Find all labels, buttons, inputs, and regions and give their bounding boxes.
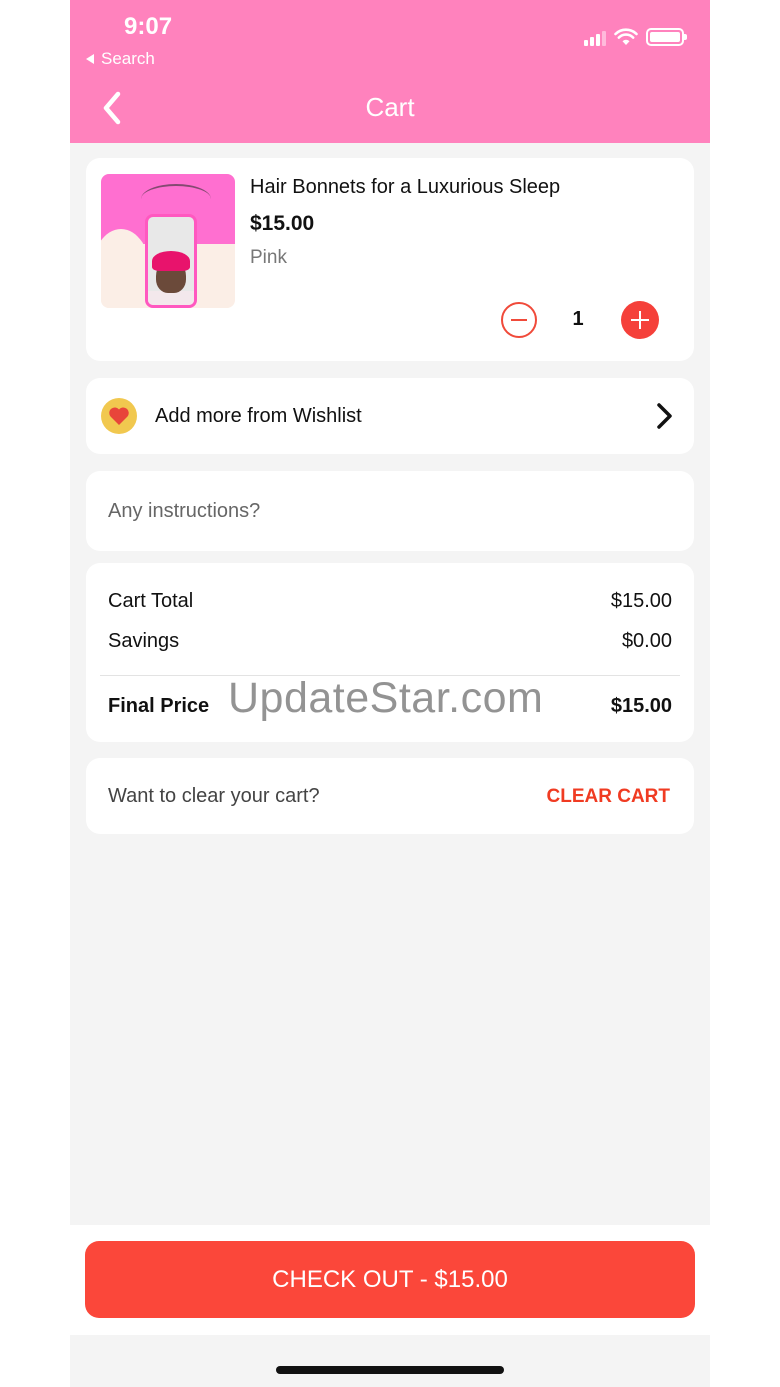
phone-screen: 9:07 Search Cart Hair Bonnets for a Luxu… xyxy=(70,0,710,1387)
product-image[interactable] xyxy=(101,174,235,308)
status-time: 9:07 xyxy=(124,13,173,40)
status-icons xyxy=(584,28,687,46)
wifi-icon xyxy=(614,28,638,45)
instructions-card xyxy=(86,471,694,551)
add-from-wishlist-row[interactable]: Add more from Wishlist xyxy=(86,378,694,454)
product-name[interactable]: Hair Bonnets for a Luxurious Sleep xyxy=(250,176,560,199)
final-price-value: $15.00 xyxy=(610,695,672,717)
clear-cart-card: Want to clear your cart? CLEAR CART xyxy=(86,758,694,834)
order-summary-card: Cart Total $15.00 Savings $0.00 Final Pr… xyxy=(86,563,694,742)
wishlist-label: Add more from Wishlist xyxy=(155,405,362,427)
product-price: $15.00 xyxy=(250,212,315,235)
savings-value: $0.00 xyxy=(621,630,672,652)
header: 9:07 Search Cart xyxy=(70,0,710,143)
back-triangle-icon xyxy=(86,54,94,64)
cart-item-card: Hair Bonnets for a Luxurious Sleep $15.0… xyxy=(86,158,694,361)
status-back-to-app[interactable]: Search xyxy=(86,49,155,69)
instructions-input[interactable] xyxy=(108,491,668,531)
signal-icon xyxy=(584,30,606,46)
clear-cart-button[interactable]: CLEAR CART xyxy=(547,786,671,808)
checkout-bar: CHECK OUT - $15.00 xyxy=(70,1225,710,1335)
final-price-label: Final Price xyxy=(108,695,210,717)
clear-cart-prompt: Want to clear your cart? xyxy=(108,785,320,807)
page-title: Cart xyxy=(365,92,415,122)
divider xyxy=(100,675,680,676)
product-variant: Pink xyxy=(250,247,287,268)
quantity-value: 1 xyxy=(572,308,584,330)
heart-icon xyxy=(101,398,137,434)
increase-quantity-button[interactable] xyxy=(621,301,659,339)
battery-icon xyxy=(646,28,687,46)
status-back-label: Search xyxy=(101,49,155,68)
cart-total-value: $15.00 xyxy=(610,590,672,612)
chevron-right-icon xyxy=(657,403,672,429)
decrease-quantity-button[interactable] xyxy=(501,302,537,338)
checkout-button[interactable]: CHECK OUT - $15.00 xyxy=(85,1241,695,1318)
savings-label: Savings xyxy=(108,630,180,652)
home-indicator[interactable] xyxy=(276,1366,504,1374)
cart-total-label: Cart Total xyxy=(108,590,194,612)
